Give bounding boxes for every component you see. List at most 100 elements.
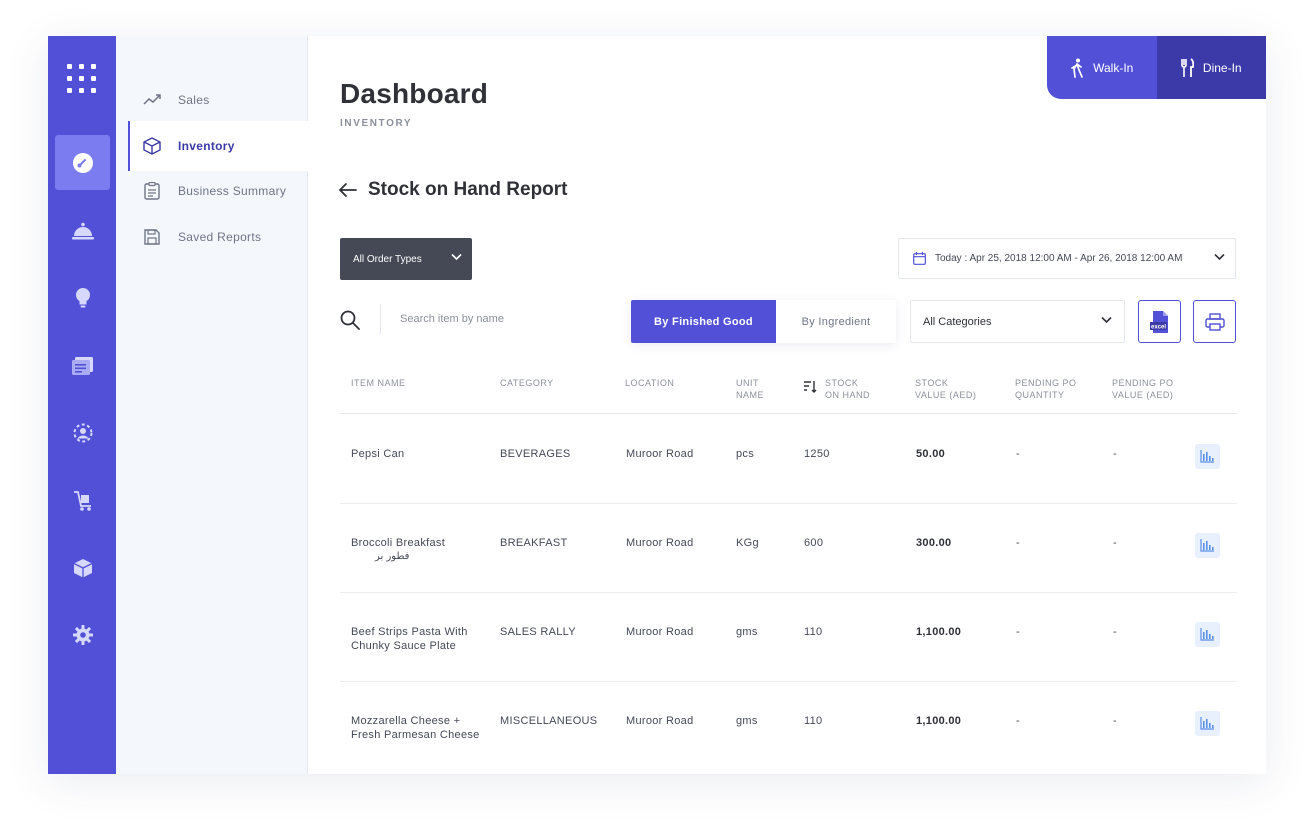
cell-location: Muroor Road bbox=[626, 537, 694, 549]
cell-pending-value: - bbox=[1113, 537, 1117, 549]
rail-item-users[interactable] bbox=[55, 405, 110, 460]
subnav-item-saved-reports[interactable]: Saved Reports bbox=[128, 212, 308, 262]
subnav-label: Business Summary bbox=[178, 184, 287, 198]
tab-by-finished-good[interactable]: By Finished Good bbox=[631, 300, 776, 343]
cell-pending-value: - bbox=[1113, 448, 1117, 460]
cell-pending-qty: - bbox=[1016, 626, 1020, 638]
bar-chart-icon bbox=[1200, 628, 1214, 641]
cell-stock: 600 bbox=[804, 537, 824, 549]
cell-pending-qty: - bbox=[1016, 448, 1020, 460]
cell-pending-qty: - bbox=[1016, 715, 1020, 727]
col-stock-line2: ON HAND bbox=[825, 390, 871, 400]
cell-stock: 1250 bbox=[804, 448, 830, 460]
date-range-picker[interactable]: Today : Apr 25, 2018 12:00 AM - Apr 26, … bbox=[898, 238, 1236, 279]
col-stock-line1: STOCK bbox=[825, 378, 859, 388]
page-title: Dashboard bbox=[340, 78, 489, 109]
item-name: Mozzarella Cheese + Fresh Parmesan Chees… bbox=[351, 715, 480, 741]
cart-icon bbox=[73, 490, 91, 511]
gear-icon bbox=[72, 624, 93, 645]
categories-select[interactable]: All Categories bbox=[910, 300, 1125, 343]
rail-item-settings[interactable] bbox=[55, 607, 110, 662]
cell-pending-value: - bbox=[1113, 626, 1117, 638]
rail-item-dashboard[interactable] bbox=[55, 135, 110, 190]
col-pq-line1: PENDING PO bbox=[1015, 378, 1077, 388]
print-button[interactable] bbox=[1193, 300, 1236, 343]
subnav-item-sales[interactable]: Sales bbox=[128, 75, 308, 125]
box-icon bbox=[142, 136, 162, 156]
rail-item-inventory[interactable] bbox=[55, 540, 110, 595]
cell-unit: gms bbox=[736, 626, 758, 638]
back-arrow-icon[interactable] bbox=[338, 180, 358, 200]
cell-stock-value: 1,100.00 bbox=[916, 715, 962, 727]
col-pv-line1: PENDING PO bbox=[1112, 378, 1174, 388]
view-chart-button[interactable] bbox=[1195, 622, 1220, 647]
bar-chart-icon bbox=[1200, 450, 1214, 463]
subnav-label: Saved Reports bbox=[178, 230, 262, 244]
cell-location: Muroor Road bbox=[626, 448, 694, 460]
cell-item-name: Mozzarella Cheese + Fresh Parmesan Chees… bbox=[351, 714, 481, 742]
col-pq-line2: QUANTITY bbox=[1015, 390, 1065, 400]
excel-file-icon: excel bbox=[1149, 310, 1168, 333]
page-subtitle: INVENTORY bbox=[340, 118, 413, 129]
subnav-item-inventory[interactable]: Inventory bbox=[128, 121, 308, 171]
service-mode-switch: Walk-In Dine-In bbox=[1047, 36, 1266, 99]
view-chart-button[interactable] bbox=[1195, 533, 1220, 558]
rail-item-ideas[interactable] bbox=[55, 270, 110, 325]
search-divider bbox=[380, 304, 381, 334]
bar-chart-icon bbox=[1200, 539, 1214, 552]
col-pv-line2: VALUE (AED) bbox=[1112, 390, 1174, 400]
order-types-value: All Order Types bbox=[353, 253, 422, 265]
icon-rail bbox=[48, 36, 116, 774]
table-row[interactable]: Beef Strips Pasta With Chunky Sauce Plat… bbox=[340, 593, 1237, 682]
date-range-value: Today : Apr 25, 2018 12:00 AM - Apr 26, … bbox=[935, 253, 1183, 264]
rail-item-purchase[interactable] bbox=[55, 473, 110, 528]
cell-item-name: Broccoli Breakfast فطور بر bbox=[351, 536, 445, 564]
table-row[interactable]: Broccoli Breakfast فطور بر BREAKFAST Muro… bbox=[340, 504, 1237, 593]
rail-item-notes[interactable] bbox=[55, 338, 110, 393]
sort-icon[interactable] bbox=[803, 380, 817, 393]
search-input[interactable] bbox=[400, 308, 610, 330]
report-header: Stock on Hand Report bbox=[338, 179, 568, 201]
clipboard-icon bbox=[142, 181, 162, 201]
categories-value: All Categories bbox=[923, 315, 992, 328]
col-stock-value[interactable]: STOCK VALUE (AED) bbox=[915, 377, 976, 401]
cell-category: MISCELLANEOUS bbox=[500, 715, 598, 727]
apps-grid-icon[interactable] bbox=[67, 64, 97, 94]
view-chart-button[interactable] bbox=[1195, 711, 1220, 736]
order-types-select[interactable]: All Order Types bbox=[340, 238, 472, 280]
walk-in-button[interactable]: Walk-In bbox=[1047, 36, 1157, 99]
walking-icon bbox=[1071, 58, 1083, 78]
col-unit-line1: UNIT bbox=[736, 378, 759, 388]
cell-item-name: Pepsi Can bbox=[351, 447, 404, 461]
cell-stock: 110 bbox=[804, 626, 823, 638]
table-row[interactable]: Mozzarella Cheese + Fresh Parmesan Chees… bbox=[340, 682, 1237, 771]
rail-item-orders[interactable] bbox=[55, 203, 110, 258]
export-excel-button[interactable]: excel bbox=[1138, 300, 1181, 343]
search-icon[interactable] bbox=[340, 310, 360, 330]
cell-category: SALES RALLY bbox=[500, 626, 576, 638]
utensils-icon bbox=[1181, 57, 1194, 77]
col-unit-name[interactable]: UNIT NAME bbox=[736, 377, 764, 401]
col-location[interactable]: LOCATION bbox=[625, 377, 674, 389]
cell-unit: pcs bbox=[736, 448, 755, 460]
col-pending-po-value[interactable]: PENDING PO VALUE (AED) bbox=[1112, 377, 1174, 401]
tab-by-ingredient[interactable]: By Ingredient bbox=[776, 300, 896, 343]
cell-location: Muroor Road bbox=[626, 626, 694, 638]
view-toggle: By Finished Good By Ingredient bbox=[631, 300, 896, 343]
view-chart-button[interactable] bbox=[1195, 444, 1220, 469]
cell-location: Muroor Road bbox=[626, 715, 694, 727]
col-stock-on-hand[interactable]: STOCK ON HAND bbox=[825, 377, 870, 401]
cell-category: BEVERAGES bbox=[500, 448, 571, 460]
subnav-item-business-summary[interactable]: Business Summary bbox=[128, 166, 308, 216]
col-category[interactable]: CATEGORY bbox=[500, 377, 554, 389]
table-row[interactable]: Pepsi Can BEVERAGES Muroor Road pcs 1250… bbox=[340, 415, 1237, 504]
dine-in-button[interactable]: Dine-In bbox=[1156, 36, 1266, 99]
dashboard-icon bbox=[72, 152, 93, 173]
col-value-line1: STOCK bbox=[915, 378, 949, 388]
col-unit-line2: NAME bbox=[736, 390, 765, 400]
col-pending-po-quantity[interactable]: PENDING PO QUANTITY bbox=[1015, 377, 1077, 401]
col-item-name[interactable]: ITEM NAME bbox=[351, 377, 406, 389]
cell-stock-value: 1,100.00 bbox=[916, 626, 962, 638]
chevron-down-icon bbox=[1101, 316, 1112, 324]
floppy-icon bbox=[142, 227, 162, 247]
